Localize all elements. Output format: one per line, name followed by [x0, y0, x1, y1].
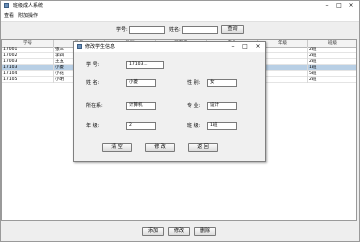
student-id-label: 学号:: [116, 27, 128, 33]
dialog-title: 修改学生信息: [85, 44, 116, 50]
dialog-gender-input[interactable]: 女: [207, 79, 237, 87]
dialog-class-label: 班 级:: [187, 123, 201, 129]
minimize-icon[interactable]: –: [321, 1, 333, 11]
dialog-student-id-input[interactable]: 17103...: [126, 61, 164, 69]
maximize-icon[interactable]: □: [239, 42, 251, 52]
dialog-gender-label: 性 别:: [187, 80, 201, 86]
menu-item-extra[interactable]: 附加操作: [18, 12, 38, 20]
dialog-department-input[interactable]: 计算机: [126, 102, 156, 110]
column-header[interactable]: 班级: [308, 40, 356, 47]
column-header[interactable]: 学号: [2, 40, 54, 47]
table-cell: 17105: [2, 77, 54, 83]
clear-button[interactable]: 清 空: [102, 143, 132, 152]
menu-item-view[interactable]: 查看: [4, 12, 14, 20]
table-cell: 2班: [308, 77, 356, 83]
student-id-search-input[interactable]: [129, 26, 165, 34]
back-button[interactable]: 返 回: [188, 143, 218, 152]
delete-button[interactable]: 删除: [194, 227, 216, 236]
app-icon: [4, 3, 9, 8]
dialog-name-label: 姓 名:: [86, 80, 100, 86]
edit-confirm-button[interactable]: 修 改: [145, 143, 175, 152]
dialog-grade-label: 年 级:: [86, 123, 100, 129]
query-button[interactable]: 查询: [221, 25, 244, 34]
action-bar: 添加 修改 删除: [1, 223, 359, 241]
minimize-icon[interactable]: –: [227, 42, 239, 52]
add-button[interactable]: 添加: [142, 227, 164, 236]
dialog-name-input[interactable]: 小菱: [126, 79, 156, 87]
dialog-title-bar[interactable]: 修改学生信息 – □ ×: [74, 42, 265, 52]
close-icon[interactable]: ×: [252, 42, 264, 52]
close-icon[interactable]: ×: [345, 1, 357, 11]
edit-student-dialog: 修改学生信息 – □ × 学 号: 17103... 姓 名: 小菱 性 别: …: [73, 41, 266, 162]
dialog-student-id-label: 学 号:: [86, 62, 100, 68]
app-icon: [77, 44, 82, 49]
edit-button[interactable]: 修改: [168, 227, 190, 236]
dialog-department-label: 所在系:: [86, 103, 103, 109]
search-row: 学号: 姓名: 查询: [1, 22, 359, 38]
dialog-grade-input[interactable]: 2: [126, 122, 156, 130]
maximize-icon[interactable]: □: [333, 1, 345, 11]
dialog-class-input[interactable]: 1班: [207, 122, 237, 130]
title-bar[interactable]: 班级成人系统 – □ ×: [1, 1, 359, 11]
name-search-input[interactable]: [182, 26, 218, 34]
dialog-major-input[interactable]: 设计: [207, 102, 237, 110]
menu-bar: 查看 附加操作: [1, 11, 359, 22]
window-title: 班级成人系统: [13, 3, 44, 9]
dialog-major-label: 专 业:: [187, 103, 201, 109]
name-label: 姓名:: [169, 27, 181, 33]
